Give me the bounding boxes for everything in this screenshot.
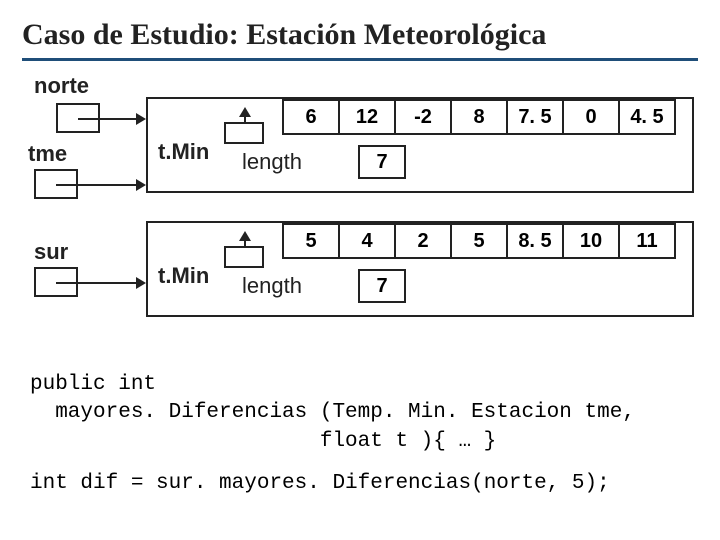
slide-title: Caso de Estudio: Estación Meteorológica [22,18,698,61]
sur-cell-0: 5 [282,223,340,259]
norte-cell-1: 12 [338,99,396,135]
code-l3c: , 5); [547,472,610,495]
norte-cell-6: 4. 5 [618,99,676,135]
code-l1a: public int [30,373,156,396]
norte-cell-3: 8 [450,99,508,135]
code-tme-param: tme [585,401,623,424]
sur-cell-5: 10 [562,223,620,259]
label-sur: sur [34,239,68,265]
tme-arrow [56,184,144,186]
norte-cell-2: -2 [394,99,452,135]
norte-length-label: length [242,149,302,175]
label-tme: tme [28,141,67,167]
memory-diagram: tme t.Min 6 12 -2 8 7. 5 0 4. 5 length 7… [28,103,698,363]
sur-length-value: 7 [358,269,406,303]
norte-cell-4: 7. 5 [506,99,564,135]
code-block: public int mayores. Diferencias (Temp. M… [30,371,698,498]
sur-tmin-arrow [244,233,246,246]
code-l1b: mayores. Diferencias (Temp. Min. Estacio… [30,401,585,424]
sur-length-label: length [242,273,302,299]
code-l1d: , [622,401,635,424]
norte-tmin-arrow [244,109,246,122]
sur-cell-6: 11 [618,223,676,259]
norte-cell-5: 0 [562,99,620,135]
code-l2: float t ){ … } [30,430,496,453]
norte-length-value: 7 [358,145,406,179]
sur-array: 5 4 2 5 8. 5 10 11 [282,223,676,259]
code-norte-arg: norte [484,472,547,495]
norte-tmin-label: t.Min [158,139,209,165]
sur-cell-4: 8. 5 [506,223,564,259]
sur-arrow [56,282,144,284]
sur-tmin-ptr [224,246,264,268]
sur-cell-3: 5 [450,223,508,259]
norte-array: 6 12 -2 8 7. 5 0 4. 5 [282,99,676,135]
norte-tmin-ptr [224,122,264,144]
sur-cell-1: 4 [338,223,396,259]
sur-cell-2: 2 [394,223,452,259]
label-norte: norte [34,73,698,99]
norte-arrow [78,118,144,120]
norte-cell-0: 6 [282,99,340,135]
code-l3a: int dif = sur. mayores. Diferencias( [30,472,484,495]
sur-tmin-label: t.Min [158,263,209,289]
